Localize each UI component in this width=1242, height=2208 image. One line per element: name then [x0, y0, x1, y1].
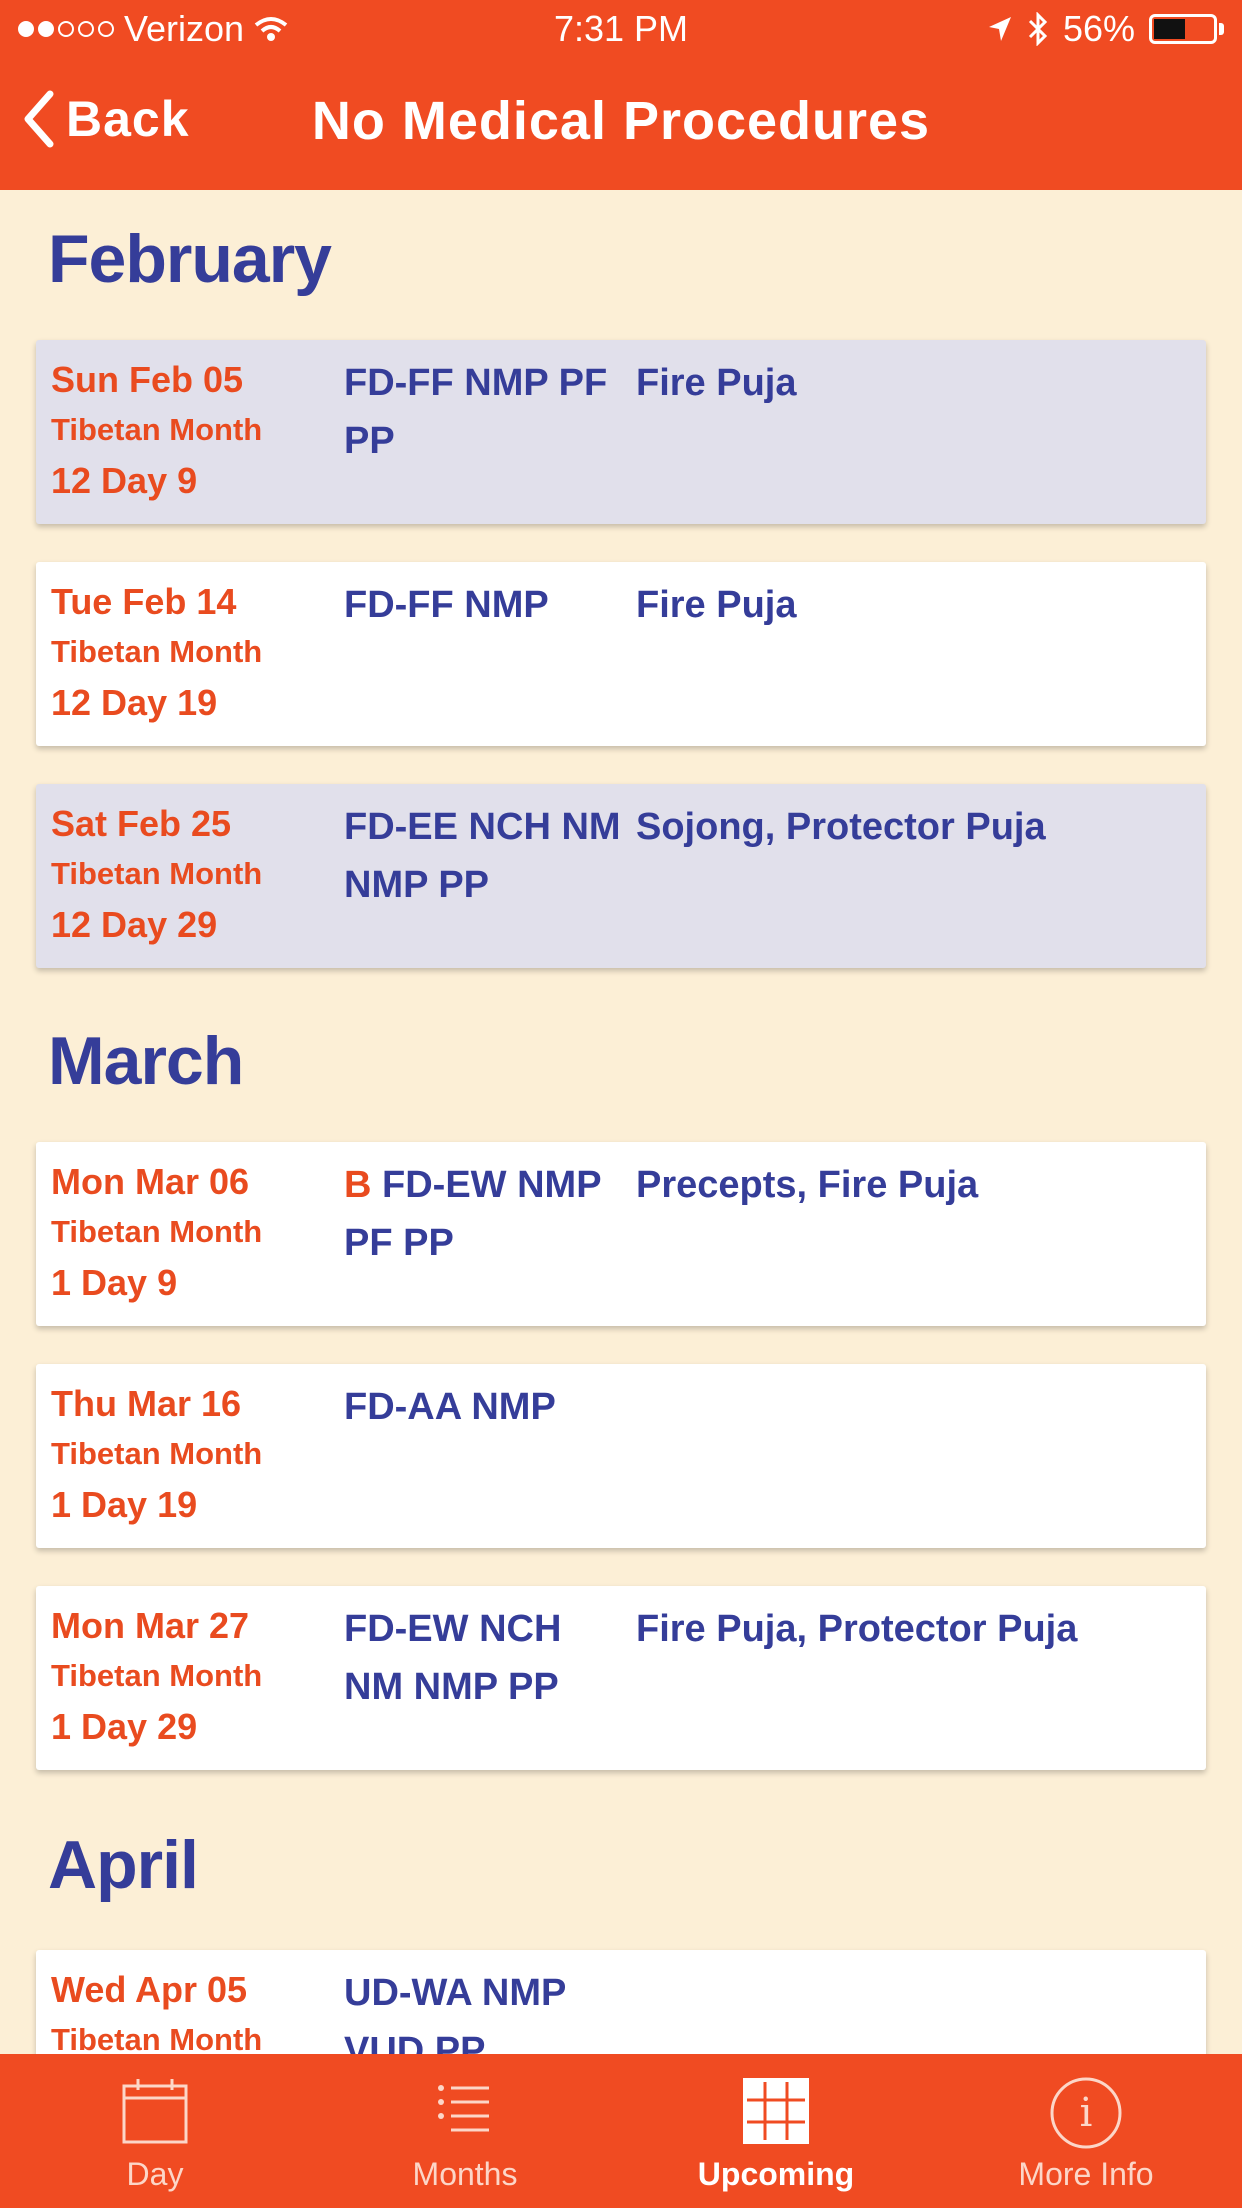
entry-code-text: FD-EE NCH NM NMP PP [344, 806, 621, 906]
entry-date: Mon Mar 27 [51, 1605, 250, 1646]
entry-tibetan-day: 1 Day 19 [51, 1484, 198, 1525]
entry-events: Fire Puja [636, 362, 797, 404]
entry-date-block: Mon Mar 06 Tibetan Month 1 Day 9 [51, 1156, 262, 1310]
tab-label: More Info [1018, 2156, 1154, 2192]
status-right: 56% [987, 8, 1224, 50]
upcoming-list[interactable]: February Sun Feb 05 Tibetan Month 12 Day 9 F… [0, 190, 1242, 2054]
entry-code-text: FD-FF NMP PF PP [344, 362, 608, 462]
page-title: No Medical Procedures [311, 91, 931, 151]
entry-date-block: Mon Mar 27 Tibetan Month 1 Day 29 [51, 1600, 262, 1754]
calendar-icon [120, 2076, 190, 2151]
entry-code-text: FD-EW NMP PF PP [344, 1164, 601, 1264]
entry-date: Tue Feb 14 [51, 581, 237, 622]
entry-tibetan-month: Tibetan Month [51, 412, 263, 447]
location-arrow-icon [988, 17, 1011, 41]
entry-codes: FD-EW NCH NM NMP PP [344, 1600, 624, 1716]
entry-codes: FD-FF NMP [344, 576, 624, 634]
month-header: March [48, 1023, 244, 1099]
entry-events: Precepts, Fire Puja [636, 1164, 979, 1206]
day-entry-card[interactable]: Wed Apr 05 Tibetan Month UD-WA NMP VUD PP [36, 1950, 1206, 2054]
entry-tibetan-day: 12 Day 19 [51, 682, 218, 723]
entry-code-text: UD-WA NMP VUD PP [344, 1972, 566, 2054]
svg-text:i: i [1080, 2090, 1093, 2136]
grid-icon [741, 2076, 811, 2151]
day-entry-card[interactable]: Mon Mar 06 Tibetan Month 1 Day 9 B FD-EW NM… [36, 1142, 1206, 1326]
entry-codes: FD-EE NCH NM NMP PP [344, 798, 624, 914]
tab-label: Day [126, 2156, 184, 2192]
entry-date-block: Wed Apr 05 Tibetan Month [51, 1964, 262, 2054]
tab-upcoming[interactable]: Upcoming [621, 2054, 931, 2208]
entry-date: Sat Feb 25 [51, 803, 232, 844]
tab-bar: Day Months Upcoming i More Info [0, 2054, 1242, 2208]
entry-events: Sojong, Protector Puja [636, 806, 1046, 848]
entry-date-block: Sun Feb 05 Tibetan Month 12 Day 9 [51, 354, 262, 508]
entry-tibetan-month: Tibetan Month [51, 2022, 263, 2054]
entry-events: Fire Puja, Protector Puja [636, 1608, 1078, 1650]
entry-date-block: Tue Feb 14 Tibetan Month 12 Day 19 [51, 576, 262, 730]
entry-tibetan-month: Tibetan Month [51, 1436, 263, 1471]
tab-day[interactable]: Day [0, 2054, 310, 2208]
battery-percent: 56% [1062, 8, 1135, 49]
entry-codes: UD-WA NMP VUD PP [344, 1964, 624, 2054]
entry-date: Thu Mar 16 [51, 1383, 242, 1424]
day-entry-card[interactable]: Tue Feb 14 Tibetan Month 12 Day 19 FD-FF NM… [36, 562, 1206, 746]
entry-tibetan-month: Tibetan Month [51, 1658, 263, 1693]
month-header: April [48, 1827, 199, 1903]
day-entry-card[interactable]: Sun Feb 05 Tibetan Month 12 Day 9 FD-FF NMP… [36, 340, 1206, 524]
entry-code-text: FD-EW NCH NM NMP PP [344, 1608, 562, 1708]
tab-label: Months [412, 2156, 518, 2192]
entry-tibetan-day: 12 Day 29 [51, 904, 218, 945]
day-entry-card[interactable]: Mon Mar 27 Tibetan Month 1 Day 29 FD-EW NCH… [36, 1586, 1206, 1770]
entry-tibetan-month: Tibetan Month [51, 856, 263, 891]
entry-tibetan-day: 12 Day 9 [51, 460, 198, 501]
tab-more-info[interactable]: i More Info [931, 2054, 1241, 2208]
entry-code-text: FD-AA NMP [344, 1386, 556, 1428]
entry-codes: B FD-EW NMP PF PP [344, 1156, 624, 1272]
entry-code-text: FD-FF NMP [344, 584, 549, 626]
nav-bar: Back No Medical Procedures [0, 62, 1242, 190]
list-icon [435, 2076, 495, 2141]
status-bar: Verizon 7:31 PM 56% [0, 0, 1242, 62]
entry-date-block: Sat Feb 25 Tibetan Month 12 Day 29 [51, 798, 262, 952]
entry-tibetan-month: Tibetan Month [51, 1214, 263, 1249]
entry-date: Sun Feb 05 [51, 359, 244, 400]
day-entry-card[interactable]: Sat Feb 25 Tibetan Month 12 Day 29 FD-EE NC… [36, 784, 1206, 968]
day-entry-card[interactable]: Thu Mar 16 Tibetan Month 1 Day 19 FD-AA NMP [36, 1364, 1206, 1548]
month-header: February [48, 221, 332, 297]
tab-months[interactable]: Months [310, 2054, 620, 2208]
battery-icon [1149, 14, 1217, 44]
entry-tibetan-day: 1 Day 9 [51, 1262, 178, 1303]
entry-date: Wed Apr 05 [51, 1969, 248, 2010]
entry-events: Fire Puja [636, 584, 797, 626]
tab-label: Upcoming [697, 2156, 855, 2192]
bluetooth-icon [1028, 12, 1048, 46]
entry-tibetan-month: Tibetan Month [51, 634, 263, 669]
entry-codes: FD-AA NMP [344, 1378, 624, 1436]
entry-tibetan-day: 1 Day 29 [51, 1706, 198, 1747]
info-icon: i [1049, 2076, 1123, 2155]
entry-date: Mon Mar 06 [51, 1161, 250, 1202]
entry-date-block: Thu Mar 16 Tibetan Month 1 Day 19 [51, 1378, 262, 1532]
entry-codes: FD-FF NMP PF PP [344, 354, 624, 470]
entry-code-prefix: B [344, 1164, 372, 1206]
